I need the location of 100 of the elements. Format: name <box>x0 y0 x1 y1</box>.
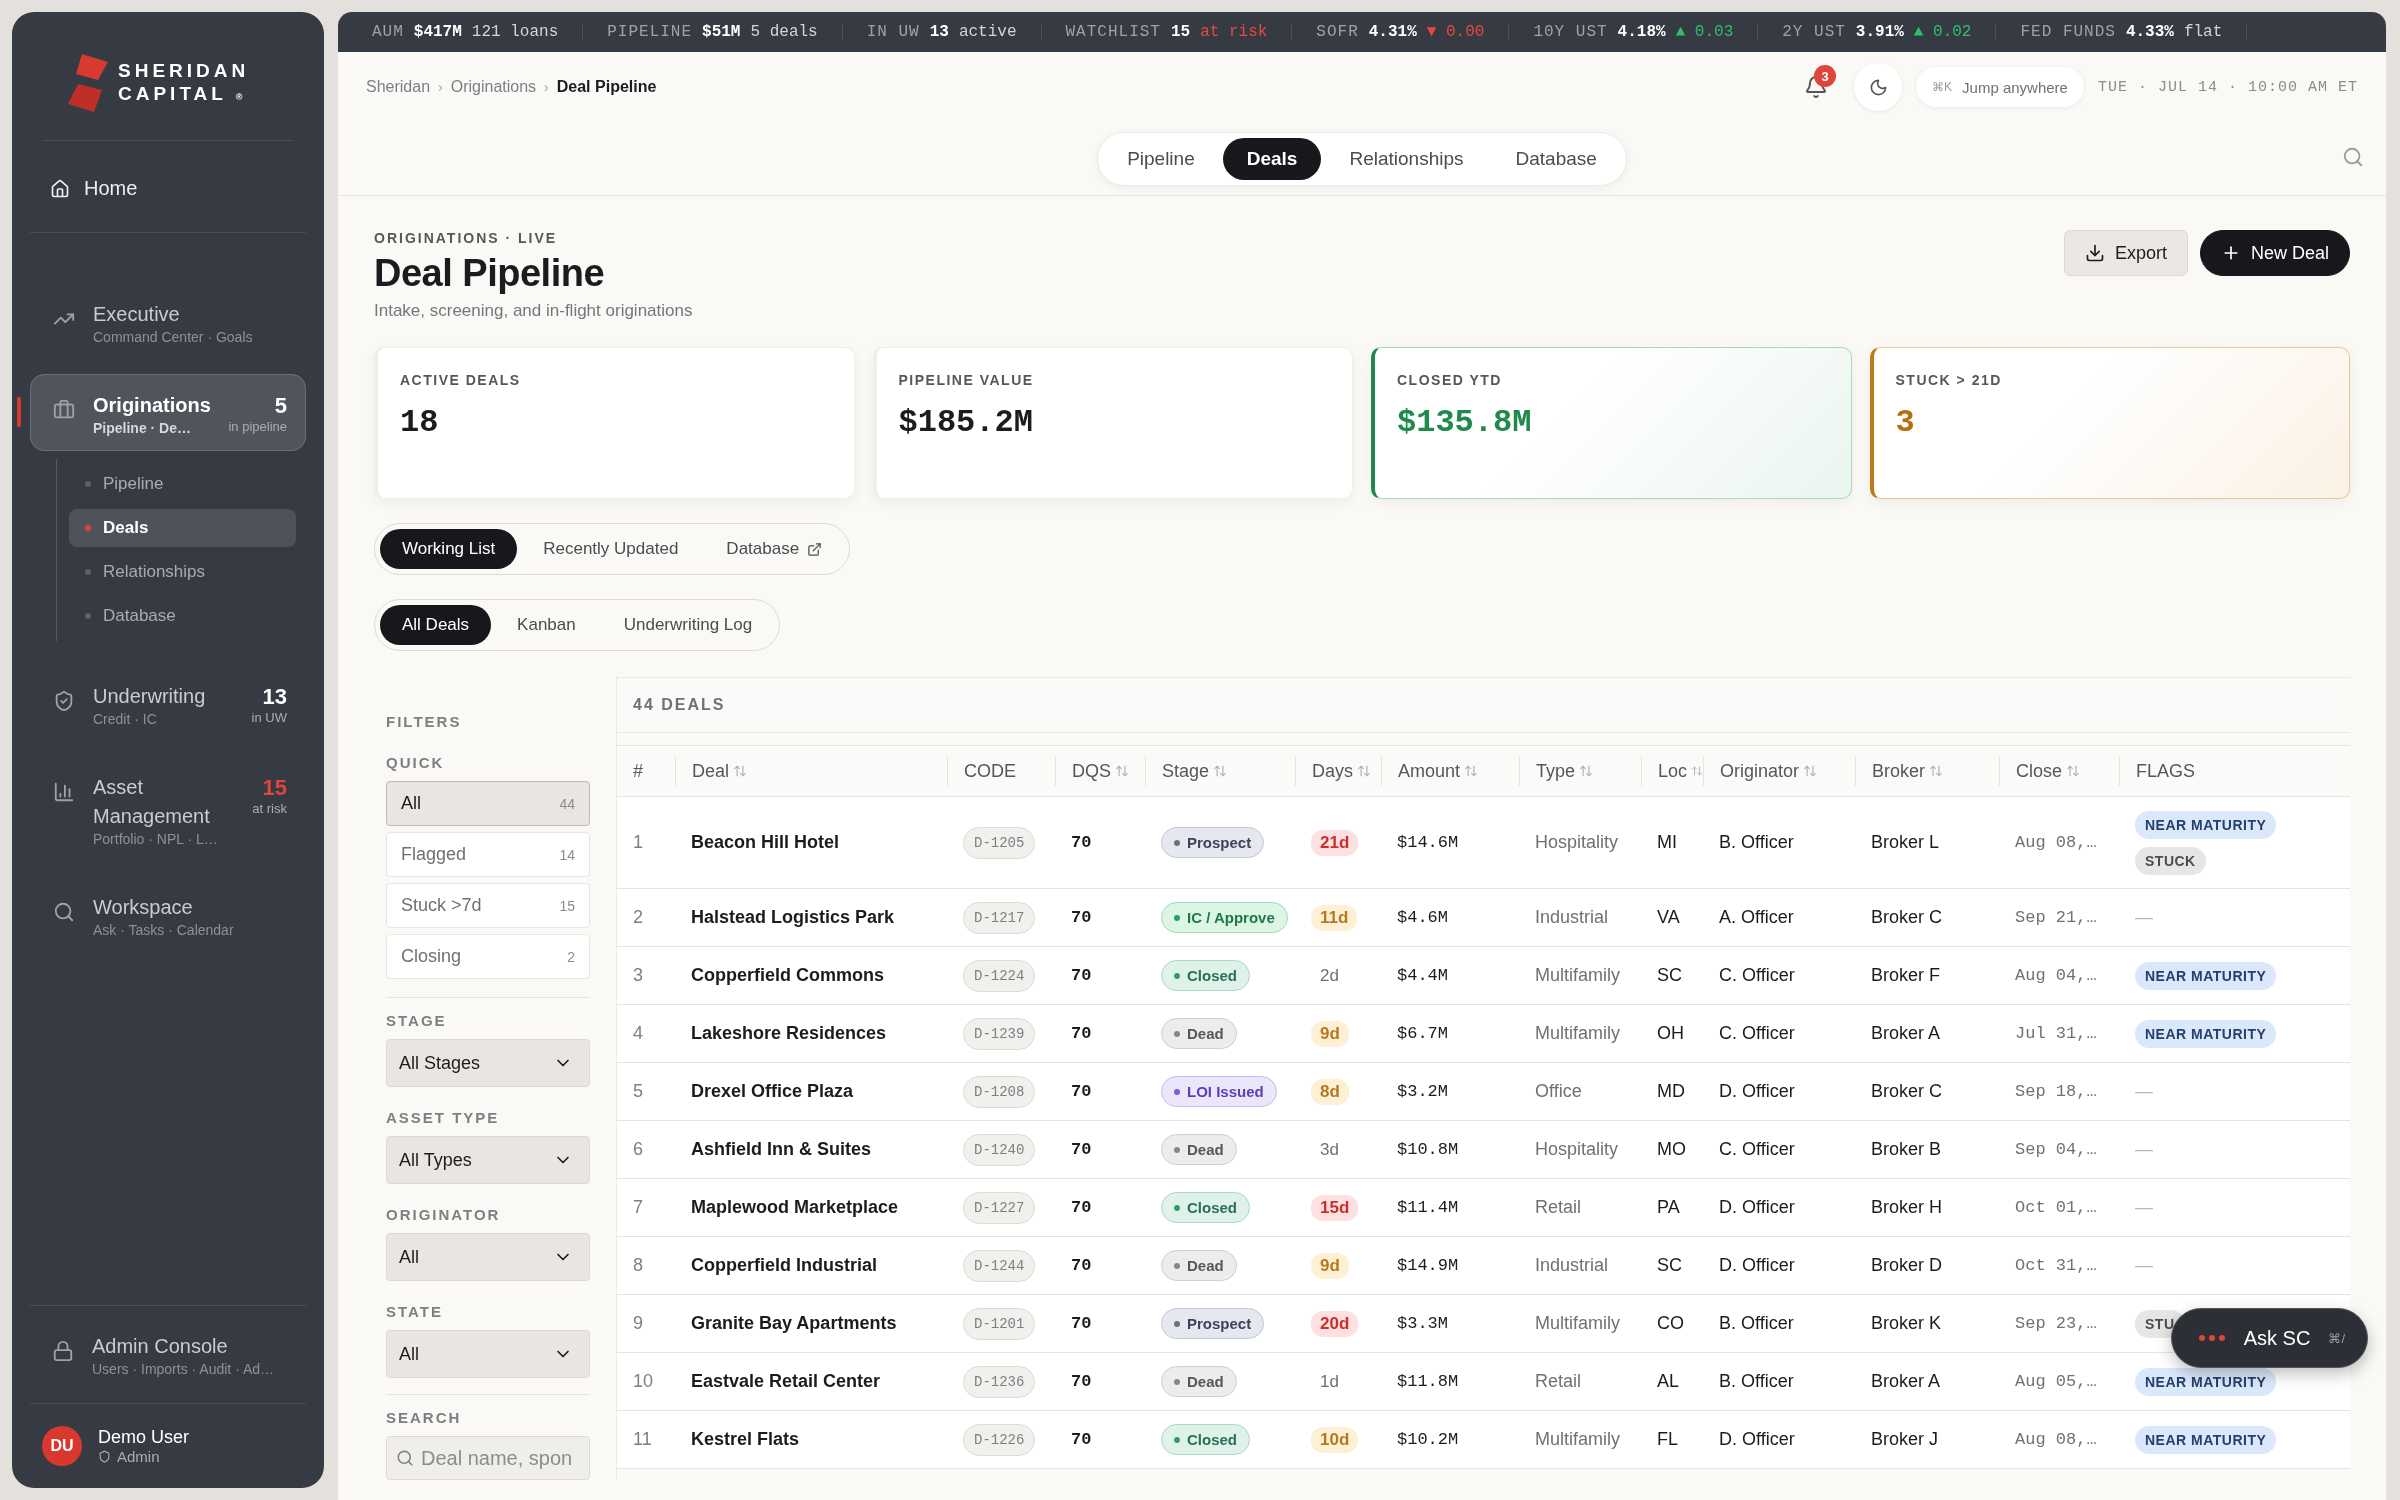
table-row[interactable]: 4 Lakeshore Residences D-1239 70 Dead 9d $6.7M Multifamily OH C. Officer Broker A Jul 31,… NEAR MATURITY <box>617 1005 2350 1063</box>
dqs-score: 70 <box>1070 1430 1093 1449</box>
deal-code: D-1227 <box>963 1191 1036 1224</box>
filter-dropdown[interactable]: All Types <box>386 1136 590 1184</box>
breadcrumb-separator: › <box>438 79 443 95</box>
ticker-label: SOFR <box>1316 23 1359 41</box>
amount: $11.4M <box>1396 1198 1460 1217</box>
location: AL <box>1656 1371 1681 1392</box>
nav-item[interactable]: Executive Command Center · Goals <box>30 283 306 360</box>
column-header[interactable]: Stage <box>1145 756 1295 786</box>
nav-tab[interactable]: Database <box>1491 137 1621 180</box>
table-row[interactable]: 5 Drexel Office Plaza D-1208 70 LOI Issued 8d $3.2M Office MD D. Officer Broker C Sep 18,… — <box>617 1063 2350 1121</box>
admin-link[interactable]: Admin Console Users · Imports · Audit · Ad… <box>30 1305 306 1404</box>
column-header[interactable]: Amount <box>1381 756 1519 786</box>
table-row[interactable]: 8 Copperfield Industrial D-1244 70 Dead 9d $14.9M Industrial SC D. Officer Broker D Oct 31,… — <box>617 1237 2350 1295</box>
nav-tab[interactable]: Pipeline <box>1103 137 1219 180</box>
quick-filter[interactable]: Stuck >7d 15 <box>386 883 590 928</box>
deal-name: Maplewood Marketplace <box>690 1197 900 1218</box>
subnav-item[interactable]: Pipeline <box>69 465 296 503</box>
nav-item[interactable]: Underwriting Credit · IC 13 in UW <box>30 665 306 742</box>
user-avatar[interactable]: DU <box>42 1426 82 1466</box>
row-number: 3 <box>632 965 644 986</box>
nav-item[interactable]: Workspace Ask · Tasks · Calendar <box>30 876 306 953</box>
stat-value: 18 <box>400 404 440 441</box>
deal-name: Lakeshore Residences <box>690 1023 888 1044</box>
export-button[interactable]: Export <box>2063 230 2188 276</box>
lock-icon <box>52 1340 74 1362</box>
column-header[interactable]: DQS <box>1055 756 1145 786</box>
asset-type: Multifamily <box>1534 965 1621 986</box>
table-row[interactable]: 6 Ashfield Inn & Suites D-1240 70 Dead 3d $10.8M Hospitality MO C. Officer Broker B Sep 04,… — <box>617 1121 2350 1179</box>
filter-label: SEARCH <box>386 1409 463 1426</box>
search-button[interactable] <box>2342 146 2364 168</box>
column-header[interactable]: Days <box>1295 756 1381 786</box>
subnav-item[interactable]: Deals <box>69 509 296 547</box>
search-field[interactable]: Deal name, spon <box>386 1436 590 1480</box>
column-header[interactable]: CODE <box>947 756 1055 786</box>
table-row[interactable]: 3 Copperfield Commons D-1224 70 Closed 2d $4.4M Multifamily SC C. Officer Broker F Aug 04,… NEAR MATURITY <box>617 947 2350 1005</box>
view-tab[interactable]: Recently Updated <box>521 529 701 569</box>
ticker-label: IN UW <box>866 23 920 41</box>
ticker-label: 2Y UST <box>1782 23 1846 41</box>
originator: C. Officer <box>1718 965 1796 986</box>
new-deal-button[interactable]: New Deal <box>2199 230 2350 276</box>
subnav-item[interactable]: Relationships <box>69 553 296 591</box>
sort-icon <box>1579 764 1594 778</box>
active-indicator <box>17 397 21 427</box>
broker: Broker L <box>1870 832 1941 853</box>
view-tab[interactable]: Underwriting Log <box>601 605 775 645</box>
column-header[interactable]: Deal <box>675 756 947 786</box>
column-header[interactable]: Type <box>1519 756 1641 786</box>
table-row[interactable]: 10 Eastvale Retail Center D-1236 70 Dead 1d $11.8M Retail AL B. Officer Broker A Aug 05,… NEAR MATURITY <box>617 1353 2350 1411</box>
quick-filter[interactable]: Closing 2 <box>386 934 590 979</box>
table-row[interactable]: 1 Beacon Hill Hotel D-1205 70 Prospect 21d $14.6M Hospitality MI B. Officer Broker L Aug 08,… NEAR MATURITY STUCK <box>617 797 2350 889</box>
view-tab[interactable]: Kanban <box>495 605 598 645</box>
filter-dropdown[interactable]: All <box>386 1233 590 1281</box>
ticker-note: ▼ 0.00 <box>1426 23 1485 41</box>
quick-filter[interactable]: Flagged 14 <box>386 832 590 877</box>
nav-count-label: in pipeline <box>228 419 287 434</box>
view-tab[interactable]: Database <box>704 529 845 569</box>
nav-tab[interactable]: Deals <box>1222 137 1322 180</box>
dqs-score: 70 <box>1070 908 1093 927</box>
column-header[interactable]: Broker <box>1855 756 1999 786</box>
page-eyebrow: ORIGINATIONS · LIVE <box>374 230 559 246</box>
filter-dropdown[interactable]: All Stages <box>386 1039 590 1087</box>
location: MD <box>1656 1081 1686 1102</box>
empty-flags: — <box>2134 1197 2154 1218</box>
stage-tag: Prospect <box>1161 827 1265 858</box>
column-header[interactable]: Close <box>1999 756 2119 786</box>
breadcrumb-link[interactable]: Deal Pipeline <box>556 78 657 96</box>
theme-toggle[interactable] <box>1854 63 1903 111</box>
filter-label: STAGE <box>386 1012 448 1029</box>
column-header[interactable]: Loc <box>1641 756 1703 786</box>
column-header[interactable]: FLAGS <box>2119 756 2350 786</box>
asset-type: Multifamily <box>1534 1429 1621 1450</box>
shield-icon <box>98 1450 111 1463</box>
column-header[interactable]: Originator <box>1703 756 1855 786</box>
home-link[interactable]: Home <box>30 141 306 233</box>
amount: $3.2M <box>1396 1082 1449 1101</box>
nav-tab[interactable]: Relationships <box>1325 137 1488 180</box>
deal-name: Kestrel Flats <box>690 1429 801 1450</box>
breadcrumb-link[interactable]: Originations <box>450 78 537 96</box>
dots-icon <box>2197 1334 2226 1342</box>
days-tag: 2d <box>1311 962 1348 989</box>
column-header[interactable]: # <box>617 756 675 786</box>
table-row[interactable]: 11 Kestrel Flats D-1226 70 Closed 10d $10.2M Multifamily FL D. Officer Broker J Aug 08,… NEAR MATURITY <box>617 1411 2350 1469</box>
deal-code: D-1217 <box>963 901 1036 934</box>
table-row[interactable]: 2 Halstead Logistics Park D-1217 70 IC / Approve 11d $4.6M Industrial VA A. Officer Broker C Sep 21,… — <box>617 889 2350 947</box>
view-tab[interactable]: All Deals <box>380 605 492 645</box>
jump-search[interactable]: ⌘K Jump anywhere <box>1916 67 2084 107</box>
row-number: 9 <box>632 1313 644 1334</box>
quick-filter[interactable]: All 44 <box>386 781 590 826</box>
table-row[interactable]: 7 Maplewood Marketplace D-1227 70 Closed 15d $11.4M Retail PA D. Officer Broker H Oct 01,… — <box>617 1179 2350 1237</box>
filter-dropdown[interactable]: All <box>386 1330 590 1378</box>
notifications-button[interactable]: 3 <box>1792 63 1841 111</box>
location: SC <box>1656 1255 1683 1276</box>
days-tag: 9d <box>1311 1020 1349 1047</box>
view-tab[interactable]: Working List <box>380 529 518 569</box>
subnav-item[interactable]: Database <box>69 597 296 635</box>
deal-name: Drexel Office Plaza <box>690 1081 855 1102</box>
breadcrumb-link[interactable]: Sheridan <box>366 78 431 96</box>
nav-item[interactable]: Asset Management Portfolio · NPL · L… 15 at risk <box>30 756 306 862</box>
